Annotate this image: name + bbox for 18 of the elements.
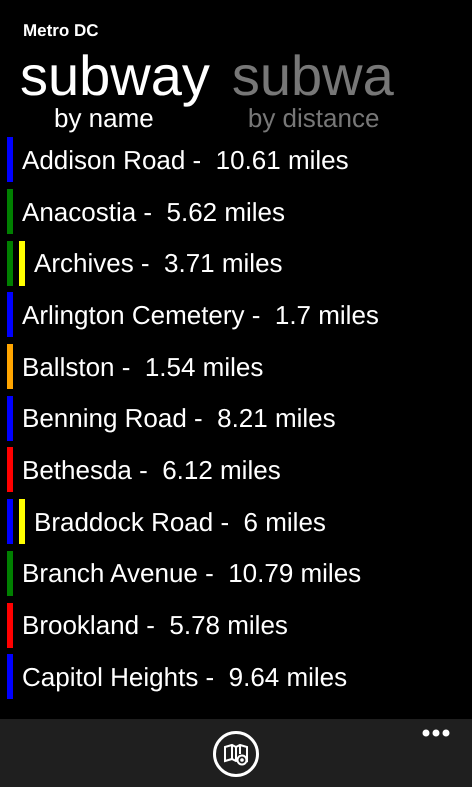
- station-name[interactable]: Benning Road - 8.21 miles: [22, 402, 336, 434]
- app-title: Metro DC: [23, 20, 99, 42]
- station-name[interactable]: Bethesda - 6.12 miles: [22, 454, 281, 486]
- map-button[interactable]: [213, 731, 259, 777]
- station-name[interactable]: Capitol Heights - 9.64 miles: [22, 660, 348, 693]
- station-name[interactable]: Braddock Road - 6 miles: [34, 506, 326, 538]
- pivot-header[interactable]: subwa: [232, 48, 394, 104]
- station-name[interactable]: Arlington Cemetery - 1.7 miles: [22, 298, 379, 331]
- pivot-subtitle: by name: [54, 104, 154, 132]
- station-name[interactable]: Branch Avenue - 10.79 miles: [22, 557, 362, 590]
- more-icon[interactable]: [422, 729, 450, 737]
- map-icon: [223, 742, 249, 766]
- station-name[interactable]: Archives - 3.71 miles: [34, 247, 283, 280]
- pivot-subtitle: by distance: [248, 104, 380, 132]
- station-name[interactable]: Brookland - 5.78 miles: [22, 609, 288, 642]
- station-name[interactable]: Ballston - 1.54 miles: [22, 350, 264, 383]
- station-name[interactable]: Anacostia - 5.62 miles: [22, 196, 286, 228]
- station-name[interactable]: Addison Road - 10.61 miles: [22, 144, 349, 176]
